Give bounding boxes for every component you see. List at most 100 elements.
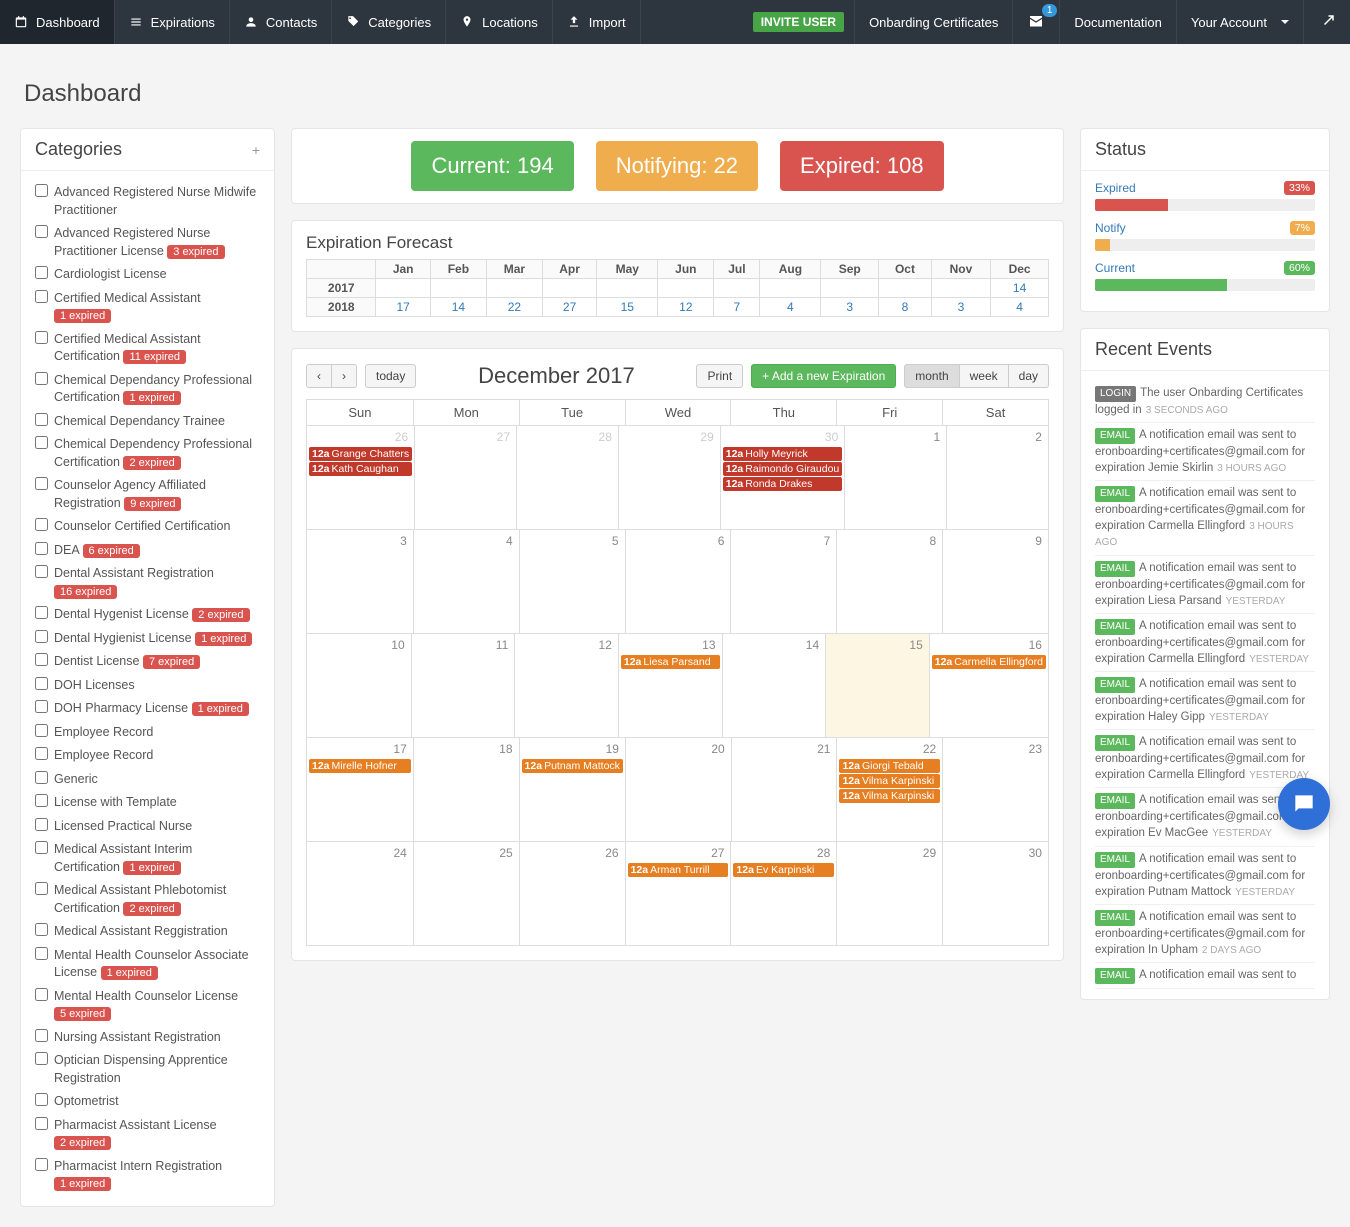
forecast-cell[interactable]: 3 [821, 298, 879, 317]
calendar-day[interactable]: 20 [625, 738, 731, 841]
forecast-cell[interactable]: 27 [542, 298, 596, 317]
calendar-day[interactable]: 15 [825, 634, 929, 737]
calendar-day[interactable]: 23 [942, 738, 1048, 841]
calendar-day[interactable]: 2212aGiorgi Tebald12aVilma Karpinski12aV… [836, 738, 942, 841]
invite-user-button[interactable]: INVITE USER [753, 12, 844, 32]
forecast-cell[interactable]: 12 [658, 298, 714, 317]
calendar-day[interactable]: 21 [731, 738, 837, 841]
cal-next-button[interactable]: › [331, 364, 357, 388]
calendar-day[interactable]: 26 [519, 842, 625, 945]
calendar-event[interactable]: 12aMirelle Hofner [309, 759, 411, 773]
calendar-event[interactable]: 12aKath Caughan [309, 462, 412, 476]
category-label[interactable]: Nursing Assistant Registration [54, 1030, 221, 1044]
cal-today-button[interactable]: today [365, 364, 416, 388]
calendar-event[interactable]: 12aGrange Chatters [309, 447, 412, 461]
category-checkbox[interactable] [35, 1052, 48, 1065]
category-label[interactable]: Pharmacist Intern Registration [54, 1159, 222, 1173]
calendar-day[interactable]: 4 [413, 530, 519, 633]
calendar-day[interactable]: 1712aMirelle Hofner [307, 738, 413, 841]
nav-import[interactable]: Import [553, 0, 641, 44]
category-checkbox[interactable] [35, 771, 48, 784]
category-label[interactable]: Employee Record [54, 725, 153, 739]
category-checkbox[interactable] [35, 677, 48, 690]
category-label[interactable]: Dental Assistant Registration [54, 566, 214, 580]
calendar-day[interactable]: 18 [413, 738, 519, 841]
add-category-button[interactable]: + [252, 142, 260, 158]
calendar-day[interactable]: 29 [836, 842, 942, 945]
calendar-day[interactable]: 7 [730, 530, 836, 633]
category-label[interactable]: Optician Dispensing Apprentice Registrat… [54, 1053, 228, 1085]
category-label[interactable]: Employee Record [54, 748, 153, 762]
nav-categories[interactable]: Categories [332, 0, 446, 44]
calendar-day[interactable]: 12 [514, 634, 618, 737]
category-label[interactable]: Counselor Certified Certification [54, 519, 230, 533]
event-row[interactable]: EMAILA notification email was sent to [1095, 963, 1315, 989]
calendar-day[interactable]: 27 [414, 426, 516, 529]
category-label[interactable]: Generic [54, 772, 98, 786]
view-month-button[interactable]: month [904, 364, 959, 388]
calendar-day[interactable]: 9 [942, 530, 1048, 633]
calendar-day[interactable]: 10 [307, 634, 411, 737]
print-button[interactable]: Print [696, 364, 743, 388]
event-row[interactable]: LOGINThe user Onbarding Certificates log… [1095, 381, 1315, 423]
category-checkbox[interactable] [35, 1158, 48, 1171]
calendar-day[interactable]: 2712aArman Turrill [625, 842, 731, 945]
category-label[interactable]: Cardiologist License [54, 267, 167, 281]
category-label[interactable]: Medical Assistant Reggistration [54, 924, 228, 938]
category-label[interactable]: DEA [54, 543, 79, 557]
calendar-day[interactable]: 1 [844, 426, 946, 529]
category-checkbox[interactable] [35, 565, 48, 578]
category-checkbox[interactable] [35, 542, 48, 555]
category-checkbox[interactable] [35, 436, 48, 449]
nav-dashboard[interactable]: Dashboard [0, 0, 115, 44]
event-row[interactable]: EMAILA notification email was sent to er… [1095, 847, 1315, 905]
forecast-cell[interactable]: 7 [714, 298, 760, 317]
category-checkbox[interactable] [35, 372, 48, 385]
category-checkbox[interactable] [35, 988, 48, 1001]
calendar-day[interactable]: 3 [307, 530, 413, 633]
category-checkbox[interactable] [35, 477, 48, 490]
category-checkbox[interactable] [35, 653, 48, 666]
stat-current[interactable]: Current: 194 [411, 141, 573, 191]
forecast-cell[interactable]: 15 [597, 298, 658, 317]
calendar-event[interactable]: 12aRaimondo Giraudou [723, 462, 843, 476]
status-label[interactable]: Notify [1095, 221, 1126, 235]
category-checkbox[interactable] [35, 518, 48, 531]
category-label[interactable]: Dentist License [54, 654, 139, 668]
event-row[interactable]: EMAILA notification email was sent to er… [1095, 423, 1315, 481]
status-label[interactable]: Expired [1095, 181, 1136, 195]
calendar-day[interactable]: 24 [307, 842, 413, 945]
event-row[interactable]: EMAILA notification email was sent to er… [1095, 905, 1315, 963]
calendar-event[interactable]: 12aVilma Karpinski [839, 789, 940, 803]
calendar-event[interactable]: 12aGiorgi Tebald [839, 759, 940, 773]
category-checkbox[interactable] [35, 630, 48, 643]
category-checkbox[interactable] [35, 184, 48, 197]
calendar-day[interactable]: 5 [519, 530, 625, 633]
event-row[interactable]: EMAILA notification email was sent to er… [1095, 614, 1315, 672]
calendar-day[interactable]: 29 [618, 426, 720, 529]
forecast-cell[interactable]: 22 [486, 298, 542, 317]
calendar-event[interactable]: 12aLiesa Parsand [621, 655, 720, 669]
calendar-day[interactable]: 2812aEv Karpinski [730, 842, 836, 945]
calendar-day[interactable]: 25 [413, 842, 519, 945]
calendar-day[interactable]: 1312aLiesa Parsand [618, 634, 722, 737]
view-week-button[interactable]: week [959, 364, 1009, 388]
calendar-event[interactable]: 12aRonda Drakes [723, 477, 843, 491]
calendar-day[interactable]: 14 [722, 634, 826, 737]
calendar-day[interactable]: 28 [516, 426, 618, 529]
calendar-day[interactable]: 11 [411, 634, 515, 737]
category-checkbox[interactable] [35, 290, 48, 303]
category-checkbox[interactable] [35, 413, 48, 426]
event-row[interactable]: EMAILA notification email was sent to er… [1095, 556, 1315, 614]
calendar-day[interactable]: 3012aHolly Meyrick12aRaimondo Giraudou12… [720, 426, 845, 529]
category-checkbox[interactable] [35, 1029, 48, 1042]
category-label[interactable]: Chemical Dependancy Trainee [54, 414, 225, 428]
mail-button[interactable]: 1 [1012, 0, 1059, 44]
category-label[interactable]: Licensed Practical Nurse [54, 819, 192, 833]
forecast-cell[interactable]: 4 [991, 298, 1049, 317]
cal-prev-button[interactable]: ‹ [306, 364, 332, 388]
forecast-cell[interactable]: 17 [376, 298, 430, 317]
category-label[interactable]: DOH Licenses [54, 678, 135, 692]
category-label[interactable]: DOH Pharmacy License [54, 701, 188, 715]
category-checkbox[interactable] [35, 947, 48, 960]
